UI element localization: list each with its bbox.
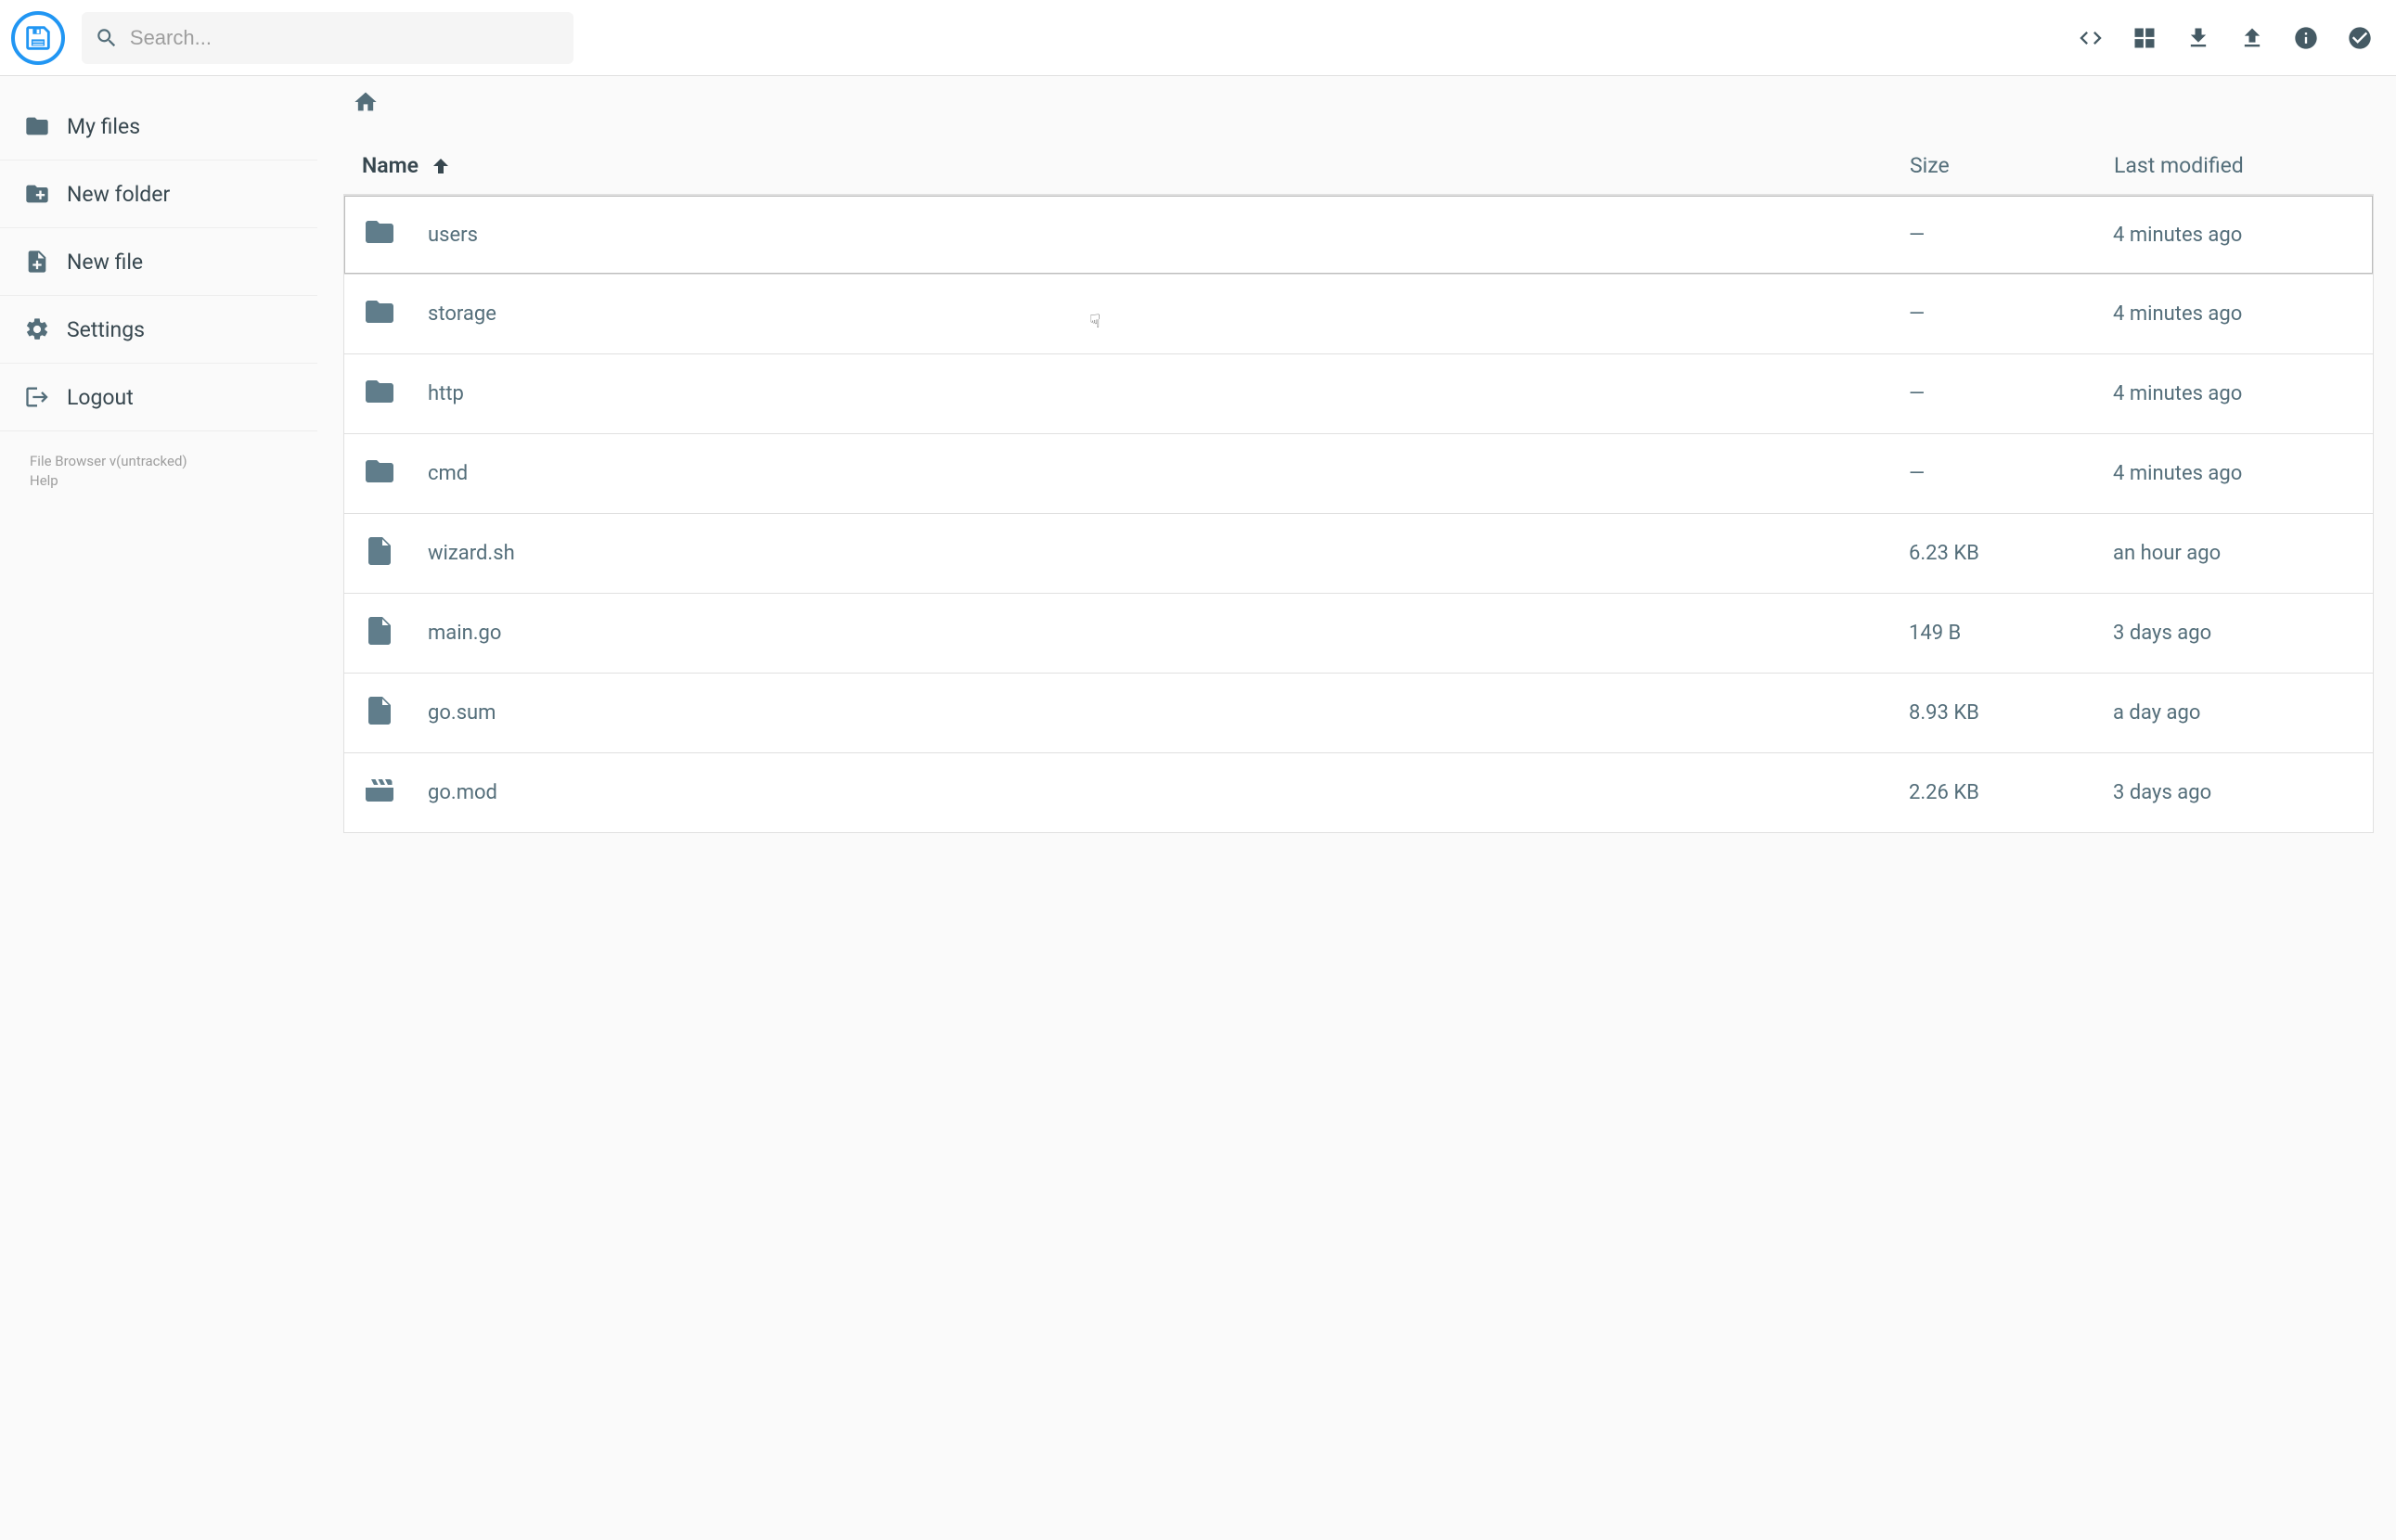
app-version: File Browser v(untracked) (30, 452, 288, 471)
select-all-button[interactable] (2346, 24, 2374, 52)
file-size: 149 B (1909, 622, 2113, 645)
file-modified: 3 days ago (2113, 622, 2354, 645)
file-modified: 3 days ago (2113, 781, 2354, 804)
sidebar-item-new-folder[interactable]: New folder (0, 160, 317, 228)
file-name: storage (428, 302, 1909, 326)
column-header-modified[interactable]: Last modified (2114, 153, 2355, 178)
breadcrumb-home[interactable] (353, 97, 379, 121)
file-size: — (1909, 462, 2113, 485)
file-modified: 4 minutes ago (2113, 382, 2354, 405)
file-row[interactable]: wizard.sh6.23 KBan hour ago (343, 514, 2374, 594)
column-size-label: Size (1910, 153, 1950, 178)
folder-icon (363, 215, 428, 254)
file-modified: 4 minutes ago (2113, 462, 2354, 485)
movie-icon (363, 774, 428, 813)
download-icon (2185, 25, 2211, 51)
sidebar-item-label: My files (67, 114, 140, 139)
app-logo[interactable] (11, 11, 65, 65)
folder-row[interactable]: http—4 minutes ago (343, 354, 2374, 434)
upload-icon (2239, 25, 2265, 51)
sidebar-item-label: New file (67, 250, 143, 275)
sidebar-footer: File Browser v(untracked) Help (0, 431, 317, 511)
column-modified-label: Last modified (2114, 153, 2244, 178)
header-actions (2077, 24, 2374, 52)
file-row[interactable]: main.go149 B3 days ago (343, 594, 2374, 674)
file-modified: 4 minutes ago (2113, 302, 2354, 326)
file-list: users—4 minutes agostorage—4 minutes ago… (343, 195, 2374, 833)
file-size: — (1909, 382, 2113, 405)
settings-icon (24, 316, 50, 342)
column-header-name[interactable]: Name (362, 153, 1910, 178)
info-button[interactable] (2292, 24, 2320, 52)
file-name: wizard.sh (428, 542, 1909, 565)
file-name: users (428, 224, 1909, 247)
folder-icon (24, 113, 50, 139)
download-button[interactable] (2184, 24, 2212, 52)
search-icon (95, 25, 119, 51)
file-size: — (1909, 224, 2113, 247)
create-folder-icon (24, 181, 50, 207)
help-link[interactable]: Help (30, 471, 288, 491)
home-icon (353, 89, 379, 115)
sidebar-item-my-files[interactable]: My files (0, 93, 317, 160)
app-header (0, 0, 2396, 76)
sidebar-item-settings[interactable]: Settings (0, 296, 317, 364)
code-icon (2078, 25, 2104, 51)
folder-icon (363, 455, 428, 494)
file-row[interactable]: go.mod2.26 KB3 days ago (343, 753, 2374, 833)
file-modified: a day ago (2113, 701, 2354, 725)
file-icon (363, 614, 428, 653)
file-modified: 4 minutes ago (2113, 224, 2354, 247)
file-name: cmd (428, 462, 1909, 485)
file-row[interactable]: go.sum8.93 KBa day ago (343, 674, 2374, 753)
folder-row[interactable]: cmd—4 minutes ago (343, 434, 2374, 514)
folder-icon (363, 375, 428, 414)
file-name: main.go (428, 622, 1909, 645)
file-size: 6.23 KB (1909, 542, 2113, 565)
column-name-label: Name (362, 153, 419, 178)
file-size: — (1909, 302, 2113, 326)
file-size: 8.93 KB (1909, 701, 2113, 725)
file-size: 2.26 KB (1909, 781, 2113, 804)
file-modified: an hour ago (2113, 542, 2354, 565)
file-icon (363, 534, 428, 573)
arrow-up-icon (430, 155, 452, 177)
sidebar-item-label: Logout (67, 385, 134, 410)
check-circle-icon (2347, 25, 2373, 51)
info-icon (2293, 25, 2319, 51)
folder-row[interactable]: storage—4 minutes ago (343, 275, 2374, 354)
sidebar-item-logout[interactable]: Logout (0, 364, 317, 431)
floppy-disk-icon (22, 22, 54, 54)
main-panel: Name Size Last modified users—4 minutes … (317, 76, 2396, 1540)
sidebar-item-label: New folder (67, 182, 170, 207)
file-name: go.mod (428, 781, 1909, 804)
switch-view-button[interactable] (2131, 24, 2158, 52)
file-name: http (428, 382, 1909, 405)
file-icon (363, 694, 428, 733)
file-list-header: Name Size Last modified (343, 137, 2374, 195)
toggle-shell-button[interactable] (2077, 24, 2105, 52)
grid-view-icon (2132, 25, 2158, 51)
folder-row[interactable]: users—4 minutes ago (343, 195, 2374, 275)
sidebar-item-label: Settings (67, 317, 145, 342)
breadcrumb (343, 82, 2374, 137)
logout-icon (24, 384, 50, 410)
note-add-icon (24, 249, 50, 275)
sidebar-item-new-file[interactable]: New file (0, 228, 317, 296)
file-name: go.sum (428, 701, 1909, 725)
upload-button[interactable] (2238, 24, 2266, 52)
column-header-size[interactable]: Size (1910, 153, 2114, 178)
sidebar: My files New folder New file Settings Lo… (0, 76, 317, 1540)
search-input[interactable] (130, 26, 560, 50)
search-bar[interactable] (82, 12, 573, 64)
folder-icon (363, 295, 428, 334)
